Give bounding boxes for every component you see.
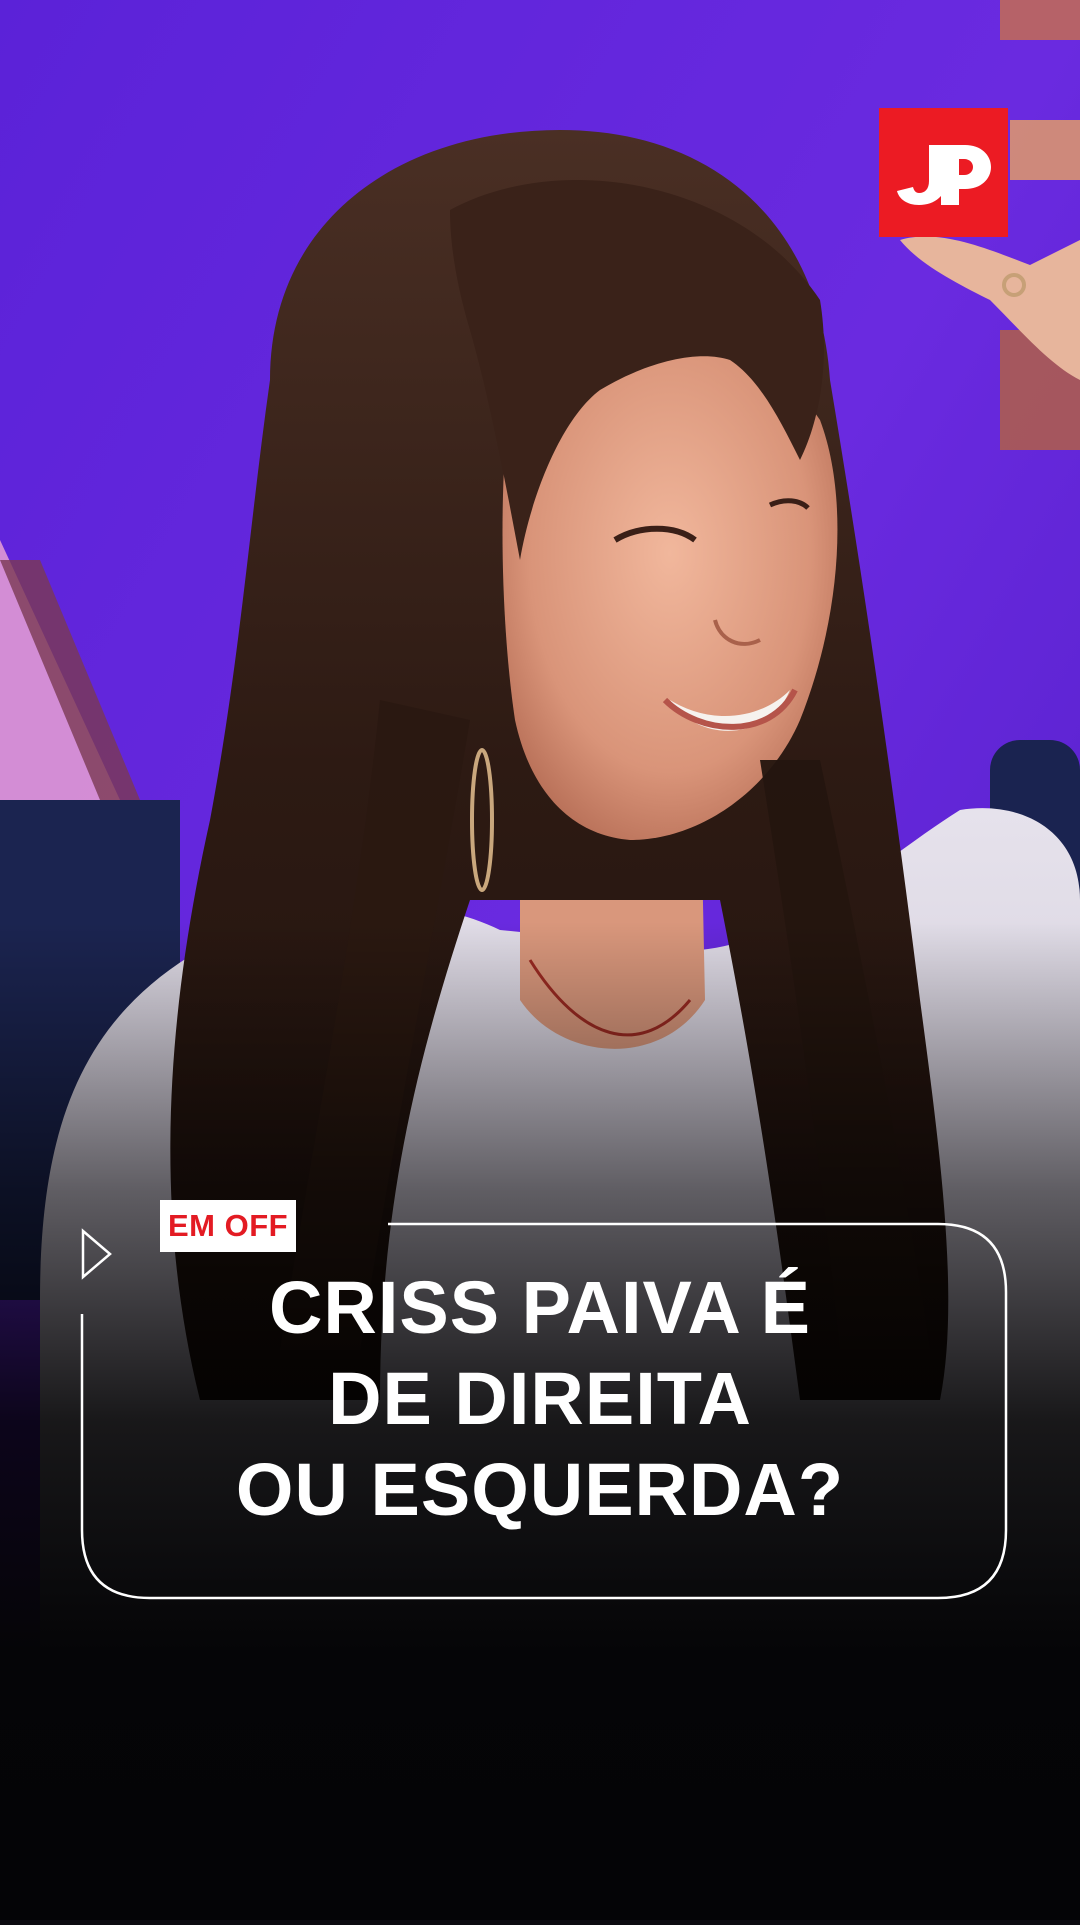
- headline-line-2: DE DIREITA: [328, 1357, 752, 1440]
- jovem-pan-logo: [879, 108, 1008, 237]
- headline-line-3: OU ESQUERDA?: [235, 1448, 845, 1531]
- headline-line-1: CRISS PAIVA É: [268, 1266, 812, 1349]
- headline: CRISS PAIVA É DE DIREITA OU ESQUERDA?: [100, 1262, 980, 1535]
- section-tag: EM OFF: [160, 1200, 297, 1252]
- jp-logo-icon: [896, 144, 991, 205]
- video-frame: [0, 0, 1080, 1920]
- dark-gradient-overlay: [0, 0, 1080, 1920]
